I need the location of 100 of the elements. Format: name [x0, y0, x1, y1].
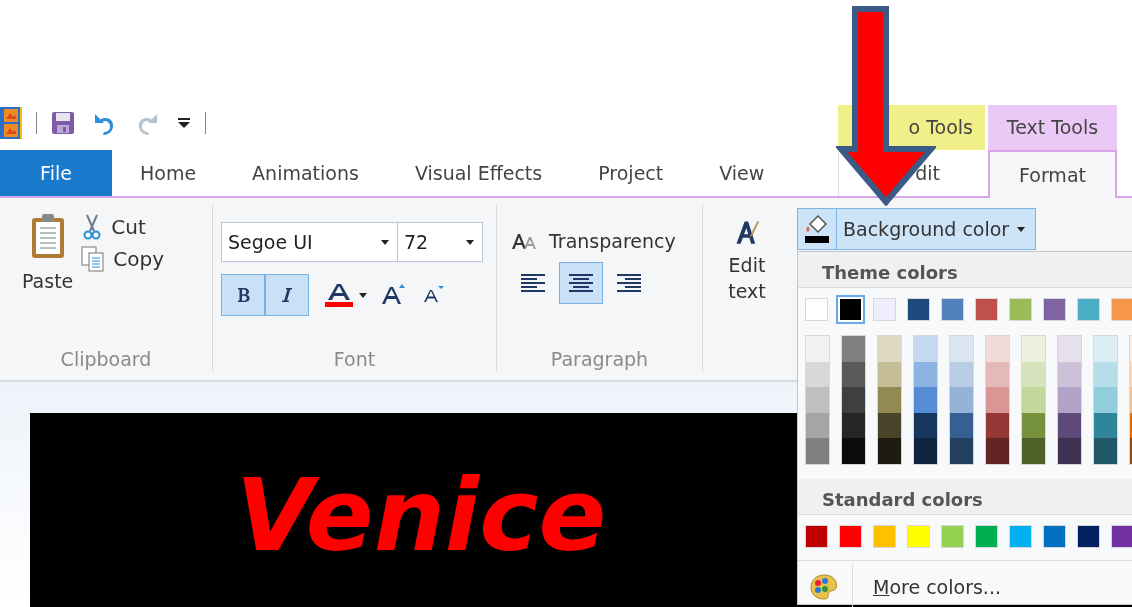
color-swatch[interactable] [1022, 336, 1045, 362]
ribbon-tab[interactable]: dit [915, 162, 940, 184]
color-swatch[interactable] [1022, 412, 1045, 439]
color-swatch[interactable] [1094, 336, 1117, 362]
color-swatch[interactable] [1077, 524, 1100, 548]
color-swatch[interactable] [950, 361, 973, 388]
color-swatch[interactable] [941, 524, 964, 548]
file-tab[interactable]: File [0, 150, 112, 196]
color-swatch[interactable] [1058, 336, 1081, 362]
color-swatch[interactable] [806, 336, 829, 362]
color-swatch[interactable] [950, 412, 973, 439]
color-swatch[interactable] [950, 438, 973, 464]
color-swatch[interactable] [1022, 438, 1045, 464]
color-swatch[interactable] [1009, 524, 1032, 548]
color-swatch[interactable] [842, 412, 865, 439]
color-swatch[interactable] [806, 361, 829, 388]
color-swatch[interactable] [986, 438, 1009, 464]
color-swatch[interactable] [1009, 298, 1032, 321]
color-swatch[interactable] [805, 298, 828, 321]
caret-icon [466, 239, 474, 245]
color-swatch[interactable] [914, 438, 937, 464]
color-swatch[interactable] [1094, 361, 1117, 388]
background-color-button[interactable]: Background color [797, 208, 1037, 250]
more-colors-menu-item[interactable]: More colors... [852, 563, 1001, 607]
copy-button[interactable]: Copy [81, 246, 165, 272]
color-swatch[interactable] [1058, 361, 1081, 388]
color-swatch[interactable] [806, 387, 829, 413]
color-swatch[interactable] [1094, 387, 1117, 413]
color-swatch[interactable] [839, 524, 862, 548]
color-swatch[interactable] [1022, 361, 1045, 388]
film-strip-icon[interactable] [0, 107, 22, 139]
align-center-button[interactable] [559, 262, 603, 304]
color-swatch[interactable] [1094, 438, 1117, 464]
ribbon-tab[interactable]: Animations [224, 150, 387, 196]
color-swatch[interactable] [907, 298, 930, 321]
color-swatch[interactable] [1111, 298, 1132, 321]
copy-icon [81, 246, 106, 272]
color-swatch[interactable] [806, 438, 829, 464]
color-swatch[interactable] [914, 412, 937, 439]
color-swatch[interactable] [873, 298, 896, 321]
color-swatch[interactable] [907, 524, 930, 548]
caret-icon [381, 239, 389, 245]
color-swatch[interactable] [975, 298, 998, 321]
color-swatch[interactable] [805, 524, 828, 548]
italic-icon [281, 287, 293, 303]
ribbon-tab[interactable]: Home [112, 150, 225, 196]
color-swatch[interactable] [806, 412, 829, 439]
color-swatch[interactable] [1058, 438, 1081, 464]
color-swatch[interactable] [842, 438, 865, 464]
color-swatch[interactable] [878, 361, 901, 388]
contextual-tab-group-label: Text Tools [988, 105, 1117, 150]
ribbon-tab[interactable]: Project [570, 150, 692, 196]
color-swatch[interactable] [986, 387, 1009, 413]
color-swatch[interactable] [878, 412, 901, 439]
transparency-button[interactable]: Transparency [511, 230, 676, 252]
color-swatch[interactable] [941, 298, 964, 321]
font-name-dropdown[interactable]: Segoe UI [221, 222, 398, 262]
color-swatch[interactable] [1022, 387, 1045, 413]
color-swatch[interactable] [842, 336, 865, 362]
caret-icon [1017, 226, 1026, 232]
cut-button[interactable]: Cut [81, 214, 165, 240]
ribbon-tab[interactable]: Visual Effects [386, 150, 571, 196]
color-swatch[interactable] [914, 361, 937, 388]
caret-icon [359, 292, 367, 298]
color-swatch[interactable] [878, 336, 901, 362]
font-color-button[interactable] [325, 283, 367, 307]
italic-button[interactable] [265, 274, 309, 316]
color-swatch[interactable] [986, 361, 1009, 388]
palette-icon [810, 573, 838, 600]
color-swatch[interactable] [986, 412, 1009, 439]
color-swatch[interactable] [1058, 412, 1081, 439]
font-size-dropdown[interactable]: 72 [398, 222, 483, 262]
color-swatch[interactable] [914, 336, 937, 362]
ribbon-tab[interactable]: View [691, 150, 793, 196]
bold-button[interactable] [221, 274, 265, 316]
save-icon[interactable] [51, 111, 75, 135]
menu-heading: Theme colors [798, 252, 1132, 288]
color-swatch[interactable] [1077, 298, 1100, 321]
clipboard-icon [29, 212, 66, 260]
color-swatch[interactable] [1111, 524, 1132, 548]
paste-button[interactable]: Paste [0, 204, 82, 304]
shrink-font-icon [423, 284, 445, 303]
color-swatch[interactable] [878, 438, 901, 464]
color-swatch[interactable] [1058, 387, 1081, 413]
color-swatch[interactable] [914, 387, 937, 413]
color-swatch[interactable] [1094, 412, 1117, 439]
color-swatch[interactable] [986, 336, 1009, 362]
color-swatch[interactable] [950, 336, 973, 362]
color-swatch[interactable] [873, 524, 896, 548]
group-label: Clipboard [59, 348, 153, 372]
color-swatch[interactable] [950, 387, 973, 413]
color-swatch[interactable] [842, 361, 865, 388]
bold-icon [236, 287, 250, 303]
color-swatch[interactable] [1043, 298, 1066, 321]
customize-dropdown-icon[interactable] [177, 117, 191, 129]
color-swatch[interactable] [842, 387, 865, 413]
color-swatch[interactable] [975, 524, 998, 548]
color-swatch[interactable] [1043, 524, 1066, 548]
edit-text-button[interactable]: Edit text [703, 204, 785, 304]
color-swatch[interactable] [878, 387, 901, 413]
